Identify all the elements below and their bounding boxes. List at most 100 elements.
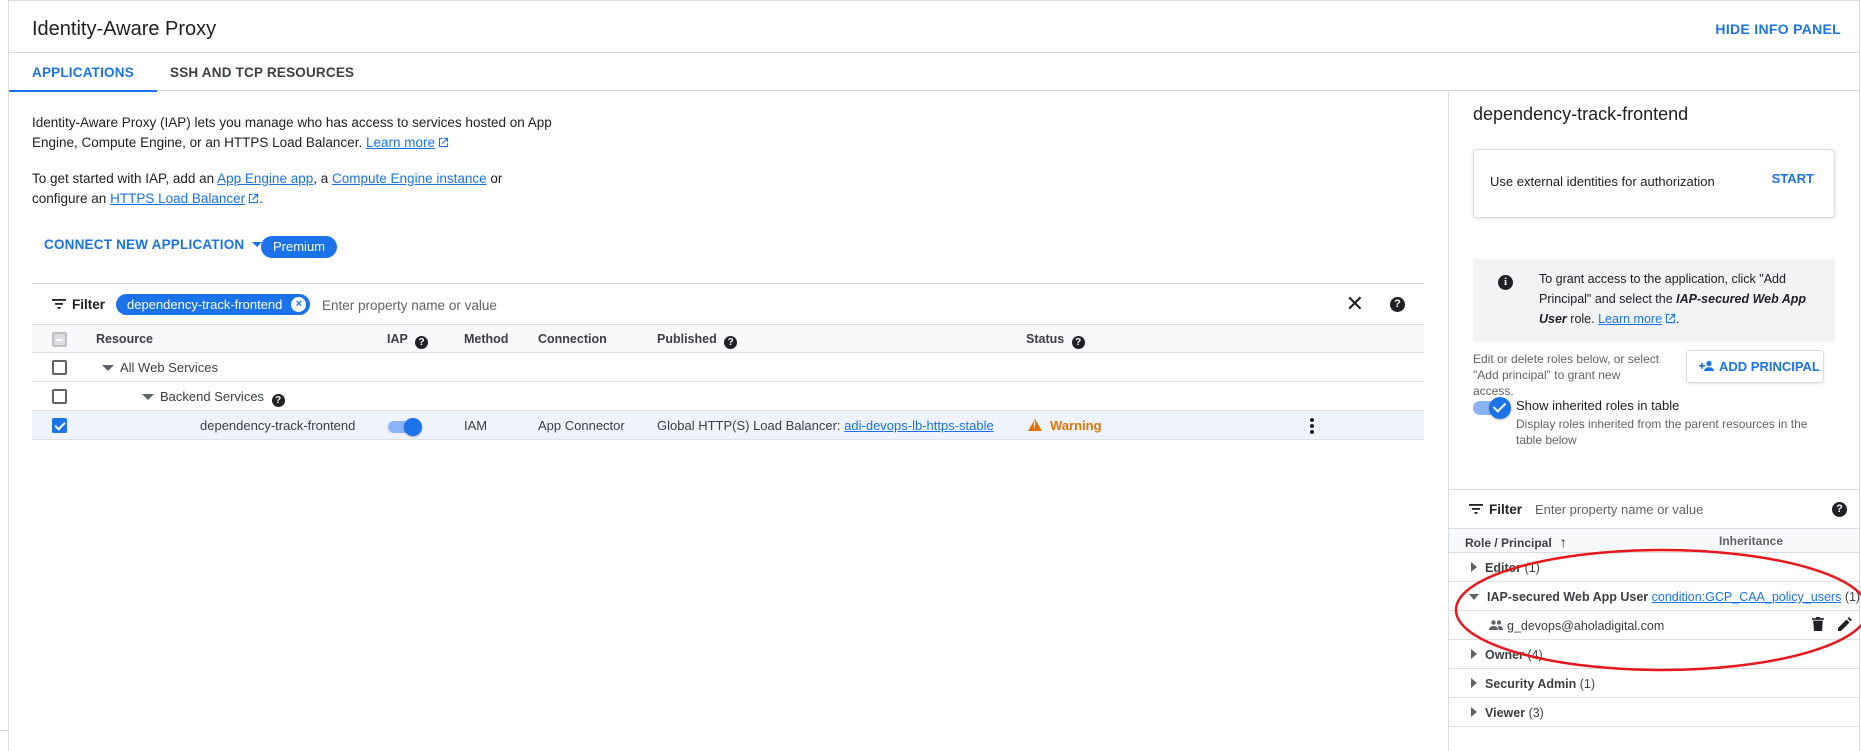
external-link-icon	[1665, 313, 1676, 324]
expand-icon[interactable]	[102, 365, 114, 371]
role-name: Security Admin	[1485, 677, 1577, 691]
role-row-owner[interactable]: Owner (4)	[1449, 640, 1859, 669]
col-role-principal[interactable]: Role / Principal ↑	[1465, 534, 1567, 550]
info-box: i To grant access to the application, cl…	[1473, 259, 1835, 342]
frame-left	[8, 0, 9, 751]
role-count: (1)	[1579, 677, 1595, 691]
col-resource: Resource	[96, 332, 153, 346]
role-name: Viewer	[1485, 706, 1526, 720]
row-checkbox[interactable]	[52, 360, 67, 375]
table-row[interactable]: dependency-track-frontend IAM App Connec…	[32, 411, 1424, 440]
expand-icon[interactable]	[1471, 562, 1477, 572]
table-row[interactable]: All Web Services	[32, 353, 1424, 382]
connect-new-application-button[interactable]: CONNECT NEW APPLICATION	[44, 237, 263, 252]
row-published-prefix: Global HTTP(S) Load Balancer:	[657, 418, 841, 433]
info-text-suffix: role.	[1570, 312, 1595, 326]
info-panel-title: dependency-track-frontend	[1473, 104, 1689, 124]
expand-icon[interactable]	[1471, 707, 1477, 717]
sort-arrow-up-icon[interactable]: ↑	[1560, 534, 1567, 550]
start-button[interactable]: START	[1772, 171, 1814, 186]
add-principal-button[interactable]: ADD PRINCIPAL	[1686, 350, 1824, 383]
info-panel: dependency-track-frontend Use external i…	[1448, 92, 1860, 751]
intro-text: Identity-Aware Proxy (IAP) lets you mana…	[32, 113, 552, 225]
col-status: Status ?	[1026, 332, 1085, 349]
show-inherited-description: Display roles inherited from the parent …	[1516, 417, 1808, 447]
role-name: IAP-secured Web App User	[1487, 590, 1649, 604]
info-text: To grant access to the application, clic…	[1539, 272, 1807, 326]
expand-icon[interactable]	[1471, 649, 1477, 659]
row-resource-label: Backend Services	[160, 389, 265, 404]
collapse-icon[interactable]	[1469, 594, 1479, 600]
table-row[interactable]: Backend Services ?	[32, 382, 1424, 411]
help-icon[interactable]: ?	[724, 336, 738, 349]
row-resource: All Web Services	[102, 360, 218, 375]
add-person-icon	[1699, 360, 1714, 371]
row-resource: Backend Services ?	[142, 389, 285, 407]
help-icon[interactable]: ?	[1390, 297, 1405, 312]
frame-bottom-left	[0, 730, 8, 731]
row-published: Global HTTP(S) Load Balancer: adi-devops…	[657, 418, 994, 433]
filter-input[interactable]	[320, 293, 820, 317]
learn-more-link[interactable]: Learn more	[366, 135, 435, 150]
load-balancer-link[interactable]: adi-devops-lb-https-stable	[844, 418, 994, 433]
filter-chip-label: dependency-track-frontend	[127, 297, 283, 312]
principal-row[interactable]: g_devops@aholadigital.com	[1449, 611, 1859, 640]
row-checkbox[interactable]	[52, 389, 67, 404]
role-row-iap-secured-web-app-user[interactable]: IAP-secured Web App User condition:GCP_C…	[1449, 582, 1860, 611]
premium-badge: Premium	[261, 236, 338, 258]
intro-p2-mid1: , a	[313, 171, 329, 186]
expand-icon[interactable]	[142, 394, 154, 400]
app-engine-app-link[interactable]: App Engine app	[217, 171, 313, 186]
filter-chip[interactable]: dependency-track-frontend ×	[116, 294, 311, 315]
chip-remove-icon[interactable]: ×	[291, 297, 307, 312]
role-label: Viewer (3)	[1471, 706, 1544, 720]
hide-info-panel-button[interactable]: HIDE INFO PANEL	[1715, 21, 1841, 37]
row-resource-label: All Web Services	[120, 360, 219, 375]
tab-applications[interactable]: APPLICATIONS	[9, 53, 157, 92]
role-row-viewer[interactable]: Viewer (3)	[1449, 698, 1859, 727]
add-principal-label: ADD PRINCIPAL	[1719, 359, 1820, 374]
expand-icon[interactable]	[1471, 678, 1477, 688]
role-name: Owner	[1485, 648, 1524, 662]
help-icon[interactable]: ?	[1071, 336, 1085, 349]
edit-pencil-icon[interactable]	[1838, 617, 1852, 631]
role-label: Security Admin (1)	[1471, 677, 1595, 691]
col-iap: IAP ?	[387, 332, 429, 349]
iap-toggle[interactable]	[386, 418, 422, 436]
col-connection: Connection	[538, 332, 607, 346]
external-identities-card: Use external identities for authorizatio…	[1473, 149, 1835, 218]
tab-ssh-tcp-resources[interactable]: SSH AND TCP RESOURCES	[170, 53, 354, 91]
row-status: Warning	[1028, 418, 1102, 433]
trash-icon[interactable]	[1812, 617, 1824, 631]
principal-email: g_devops@aholadigital.com	[1507, 619, 1665, 633]
help-icon[interactable]: ?	[415, 336, 429, 349]
learn-more-link[interactable]: Learn more	[1598, 312, 1662, 326]
external-link-icon	[249, 193, 259, 204]
intro-p1-text: Identity-Aware Proxy (IAP) lets you mana…	[32, 115, 552, 150]
help-icon[interactable]: ?	[1832, 502, 1847, 517]
row-method: IAM	[464, 418, 488, 433]
filter-label: Filter	[72, 297, 106, 312]
select-all-checkbox[interactable]	[52, 332, 67, 347]
condition-link[interactable]: condition:GCP_CAA_policy_users	[1652, 590, 1842, 604]
page-header: Identity-Aware Proxy HIDE INFO PANEL	[9, 1, 1859, 53]
role-row-editor[interactable]: Editor (1)	[1449, 553, 1859, 582]
role-label: IAP-secured Web App User condition:GCP_C…	[1469, 590, 1860, 604]
roles-table-header: Role / Principal ↑ Inheritance	[1449, 529, 1859, 553]
compute-engine-instance-link[interactable]: Compute Engine instance	[332, 171, 487, 186]
role-label: Editor (1)	[1471, 561, 1540, 575]
role-count: (4)	[1527, 648, 1543, 662]
row-checkbox[interactable]	[52, 418, 67, 433]
filter-icon	[52, 299, 66, 309]
help-icon[interactable]: ?	[271, 394, 285, 407]
filter-label: Filter	[1489, 502, 1523, 517]
clear-filter-icon[interactable]: ✕	[1346, 293, 1364, 315]
table-header: Resource IAP ? Method Connection Publish…	[32, 325, 1424, 353]
filter-icon	[1469, 504, 1483, 514]
show-inherited-toggle[interactable]	[1473, 397, 1511, 419]
more-actions-icon[interactable]	[1310, 418, 1316, 436]
https-load-balancer-link[interactable]: HTTPS Load Balancer	[110, 191, 245, 206]
role-row-security-admin[interactable]: Security Admin (1)	[1449, 669, 1859, 698]
side-filter-input[interactable]	[1533, 498, 1813, 520]
external-link-icon	[438, 137, 449, 148]
